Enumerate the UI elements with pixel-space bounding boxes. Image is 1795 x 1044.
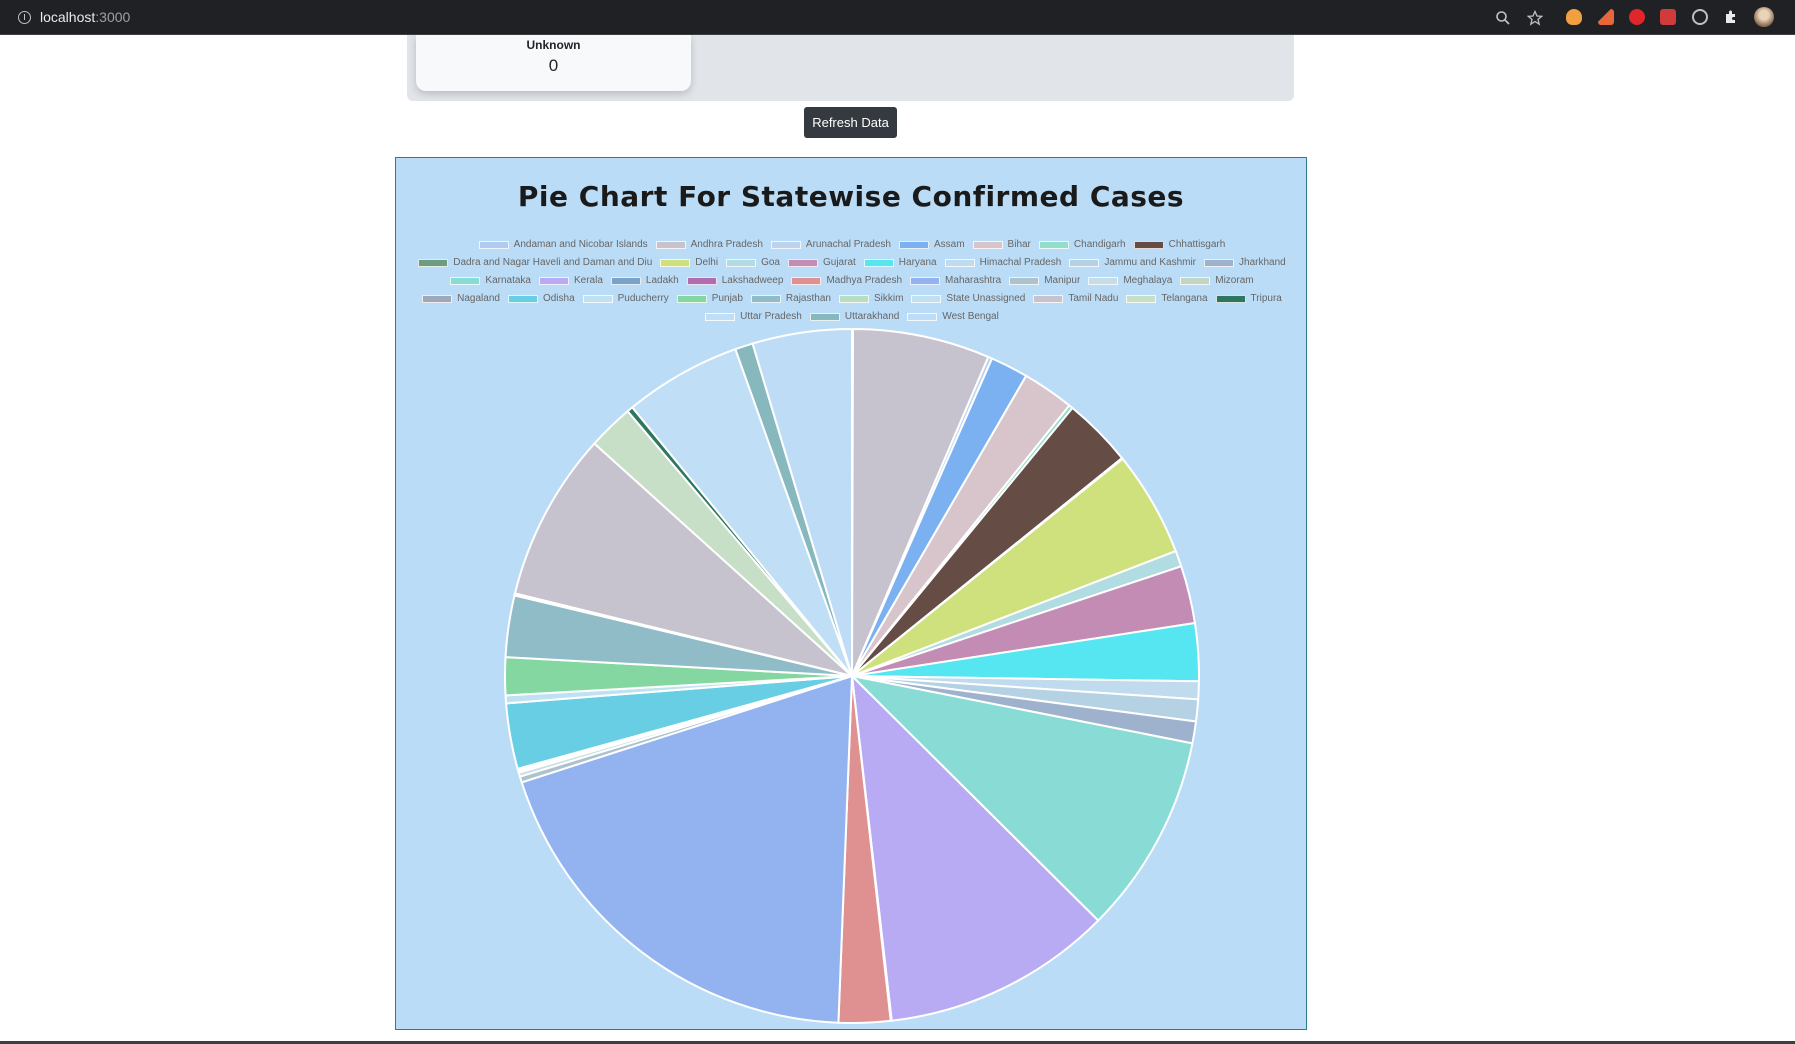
stat-card-unknown: Unknown 0 (416, 35, 691, 91)
star-icon[interactable] (1527, 10, 1543, 26)
browser-toolbar: localhost:3000 (0, 0, 1795, 35)
stat-label: Unknown (526, 38, 581, 52)
stat-value: 0 (548, 56, 559, 75)
extension-icon-5[interactable] (1692, 9, 1708, 25)
pie-chart (504, 327, 1200, 1024)
extension-icon-2[interactable] (1598, 9, 1614, 25)
url-host: localhost (40, 9, 96, 25)
puzzle-icon[interactable] (1723, 9, 1739, 25)
extension-icon-1[interactable] (1566, 9, 1582, 25)
stats-strip: Unknown 0 (407, 35, 1294, 101)
zoom-icon[interactable] (1495, 10, 1511, 26)
profile-avatar[interactable] (1754, 7, 1774, 27)
info-icon[interactable] (18, 10, 31, 24)
extension-icon-3[interactable] (1629, 9, 1645, 25)
pie-chart-container: Pie Chart For Statewise Confirmed Cases … (395, 157, 1307, 1030)
address-bar[interactable]: localhost:3000 (10, 4, 1550, 30)
url-port: :3000 (95, 9, 131, 25)
refresh-data-button[interactable]: Refresh Data (804, 107, 897, 138)
extension-icon-4[interactable] (1660, 9, 1676, 25)
